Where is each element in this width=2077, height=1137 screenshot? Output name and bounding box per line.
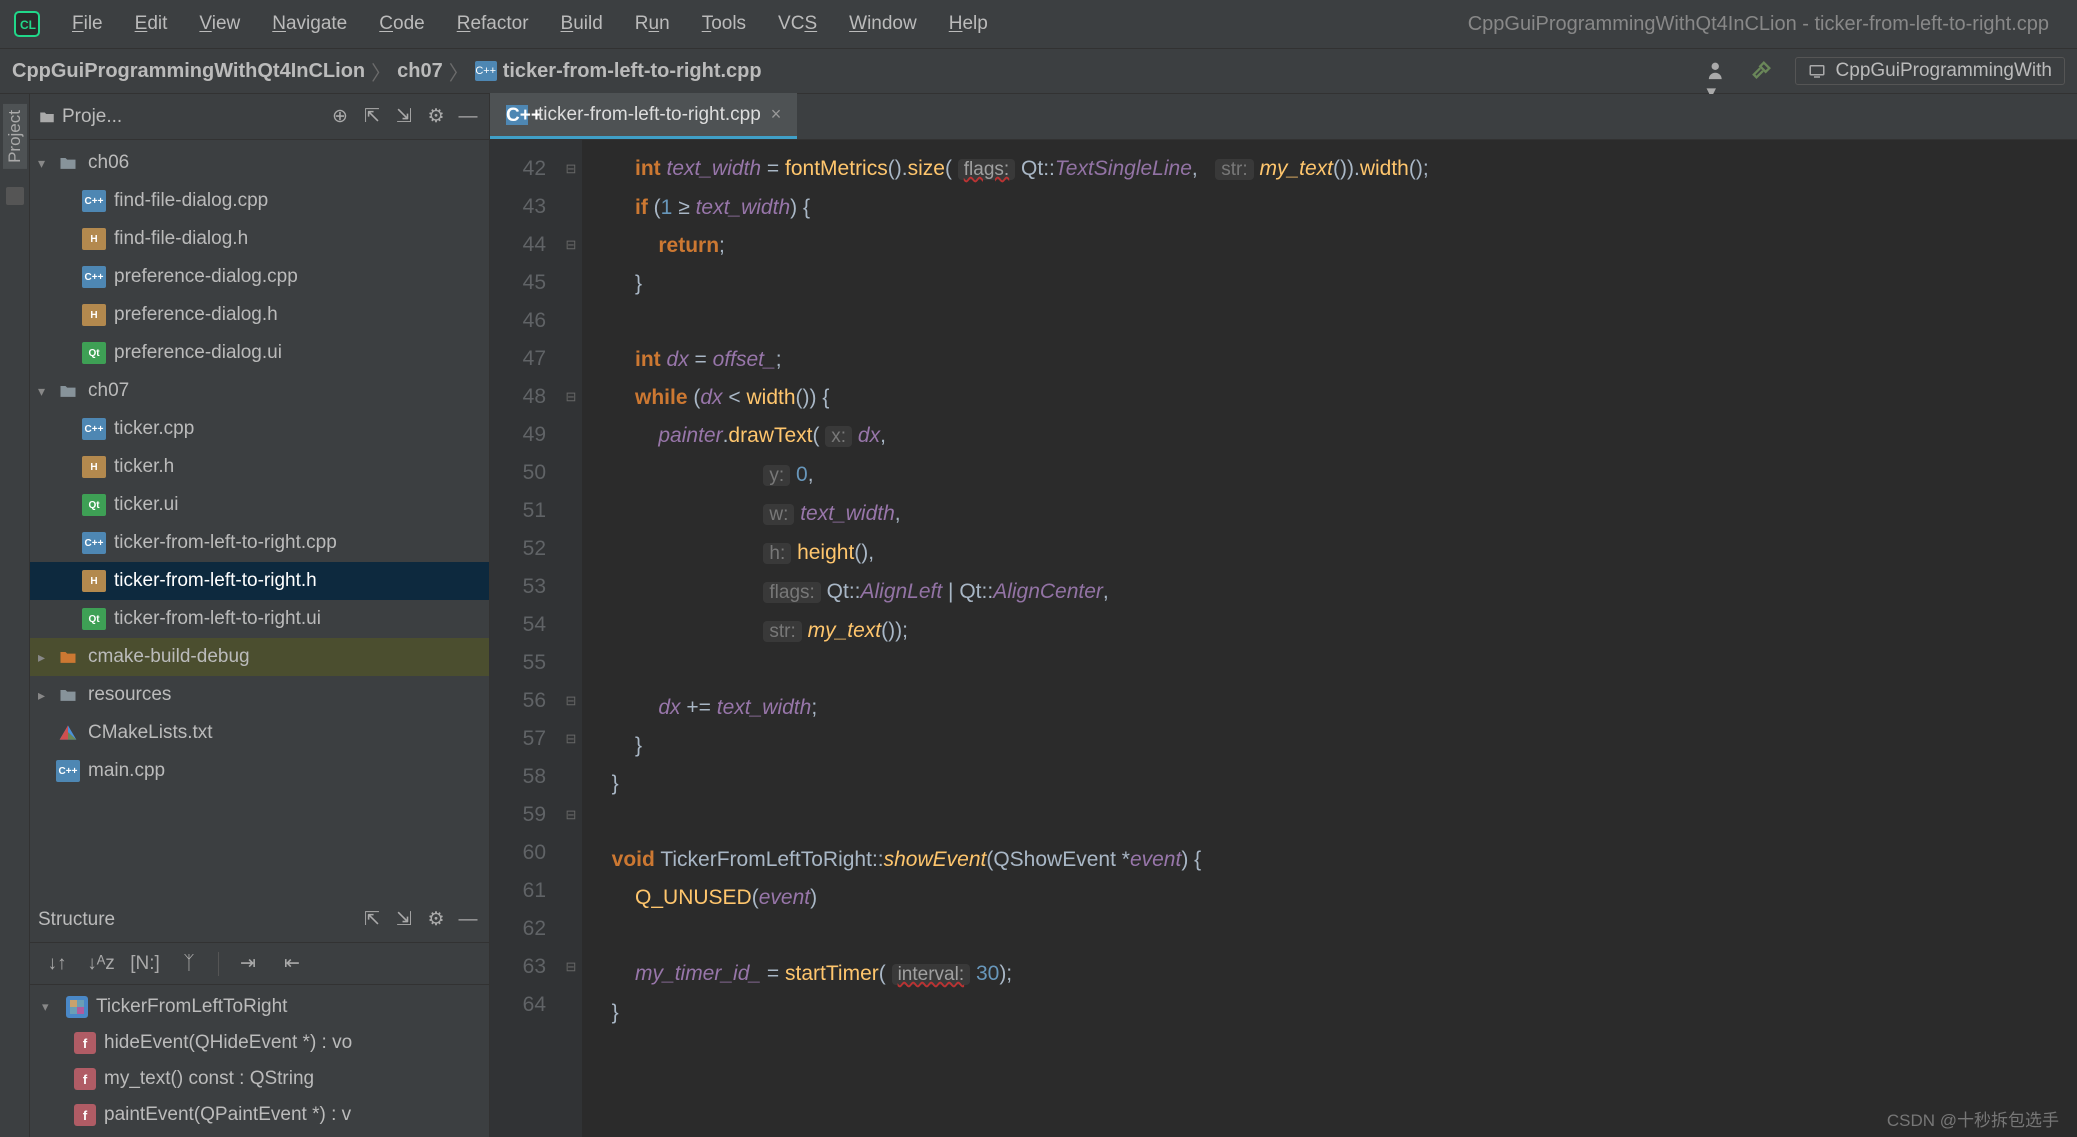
tree-row[interactable]: Hticker.h <box>30 448 489 486</box>
code-area[interactable]: int text_width = fontMetrics().size( fla… <box>582 140 2077 1137</box>
tree-row[interactable]: ▸cmake-build-debug <box>30 638 489 676</box>
filter-icon[interactable]: [N:] <box>130 949 160 979</box>
minimize-icon[interactable]: — <box>455 907 481 933</box>
tree-row[interactable]: C++ticker.cpp <box>30 410 489 448</box>
editor-tab-bar: C++ ticker-from-left-to-right.cpp × <box>490 94 2077 140</box>
structure-list: ▾TickerFromLeftToRightfhideEvent(QHideEv… <box>30 985 489 1137</box>
editor-tab[interactable]: C++ ticker-from-left-to-right.cpp × <box>490 93 797 139</box>
menu-code[interactable]: Code <box>365 9 438 39</box>
autoscroll-to-icon[interactable]: ⇥ <box>233 949 263 979</box>
tree-row[interactable]: ▸resources <box>30 676 489 714</box>
breadcrumb-file[interactable]: ticker-from-left-to-right.cpp <box>503 60 762 83</box>
tree-row[interactable]: C++preference-dialog.cpp <box>30 258 489 296</box>
gear-icon[interactable]: ⚙ <box>423 907 449 933</box>
breadcrumb-folder[interactable]: ch07 <box>397 60 443 83</box>
chevron-right-icon: 〉 <box>449 57 469 86</box>
structure-pane-title[interactable]: Structure <box>38 909 115 931</box>
tree-row[interactable]: ▾ch06 <box>30 144 489 182</box>
structure-item[interactable]: fhideEvent(QHideEvent *) : vo <box>30 1025 489 1061</box>
menu-run[interactable]: Run <box>621 9 684 39</box>
breadcrumb-project[interactable]: CppGuiProgrammingWithQt4InCLion <box>12 60 365 83</box>
editor-tab-label: ticker-from-left-to-right.cpp <box>538 104 761 126</box>
project-pane-header: Proje... ⊕ ⇱ ⇲ ⚙ — <box>30 94 489 140</box>
project-pane-title[interactable]: Proje... <box>62 106 122 128</box>
chevron-right-icon: 〉 <box>371 57 391 86</box>
autoscroll-from-icon[interactable]: ⇤ <box>277 949 307 979</box>
sort-icon[interactable]: ↓↑ <box>42 949 72 979</box>
gear-icon[interactable]: ⚙ <box>423 104 449 130</box>
structure-item[interactable]: ▾TickerFromLeftToRight <box>30 989 489 1025</box>
tree-row[interactable]: Hticker-from-left-to-right.h <box>30 562 489 600</box>
main-menu: File Edit View Navigate Code Refactor Bu… <box>58 9 1002 39</box>
code-editor[interactable]: 42 43 44 45 46 47 48 49 50 51 52 53 54 5… <box>490 140 2077 1137</box>
collapse-all-icon[interactable]: ⇲ <box>391 104 417 130</box>
tree-row[interactable]: C++main.cpp <box>30 752 489 790</box>
menu-file[interactable]: File <box>58 9 117 39</box>
menu-navigate[interactable]: Navigate <box>258 9 361 39</box>
tree-row[interactable]: CMakeLists.txt <box>30 714 489 752</box>
expand-all-icon[interactable]: ⇱ <box>359 104 385 130</box>
window-title: CppGuiProgrammingWithQt4InCLion - ticker… <box>1468 13 2049 36</box>
cpp-file-icon: C++ <box>475 61 497 81</box>
separator <box>218 952 219 976</box>
locate-icon[interactable]: ⊕ <box>327 104 353 130</box>
menu-window[interactable]: Window <box>835 9 931 39</box>
menu-help[interactable]: Help <box>935 9 1002 39</box>
structure-item[interactable]: fpaintEvent(QPaintEvent *) : v <box>30 1097 489 1133</box>
minimize-icon[interactable]: — <box>455 104 481 130</box>
menu-bar: CL File Edit View Navigate Code Refactor… <box>0 0 2077 48</box>
menu-build[interactable]: Build <box>547 9 617 39</box>
tree-row[interactable]: Hpreference-dialog.h <box>30 296 489 334</box>
expand-all-icon[interactable]: ⇱ <box>359 907 385 933</box>
tool-window-rail: Project <box>0 94 30 1137</box>
folder-icon <box>38 108 56 126</box>
menu-tools[interactable]: Tools <box>688 9 760 39</box>
cpp-file-icon: C++ <box>506 105 528 125</box>
tree-row[interactable]: Qtticker-from-left-to-right.ui <box>30 600 489 638</box>
menu-edit[interactable]: Edit <box>121 9 182 39</box>
run-config-selector[interactable]: CppGuiProgrammingWith <box>1795 57 2065 85</box>
menu-view[interactable]: View <box>185 9 254 39</box>
structure-pane-header: Structure ⇱ ⇲ ⚙ — <box>30 897 489 943</box>
rail-icon[interactable] <box>6 187 24 205</box>
fold-gutter: ⊟ ⊟ ⊟ ⊟ ⊟ ⊟ ⊟ <box>560 140 582 1137</box>
sort-alpha-icon[interactable]: ↓ᴬz <box>86 949 116 979</box>
close-icon[interactable]: × <box>771 104 782 125</box>
line-gutter: 42 43 44 45 46 47 48 49 50 51 52 53 54 5… <box>490 140 560 1137</box>
navigation-bar: CppGuiProgrammingWithQt4InCLion 〉 ch07 〉… <box>0 48 2077 94</box>
svg-text:CL: CL <box>20 18 36 32</box>
tree-row[interactable]: Hfind-file-dialog.h <box>30 220 489 258</box>
tree-row[interactable]: C++ticker-from-left-to-right.cpp <box>30 524 489 562</box>
watermark: CSDN @十秒拆包选手 <box>1887 1106 2059 1131</box>
tree-row[interactable]: Qtpreference-dialog.ui <box>30 334 489 372</box>
tree-icon[interactable]: ᛉ <box>174 949 204 979</box>
structure-item[interactable]: fmy_text() const : QString <box>30 1061 489 1097</box>
menu-refactor[interactable]: Refactor <box>443 9 543 39</box>
menu-vcs[interactable]: VCS <box>764 9 831 39</box>
collapse-all-icon[interactable]: ⇲ <box>391 907 417 933</box>
users-icon[interactable]: ▾ <box>1707 59 1731 83</box>
run-config-label: CppGuiProgrammingWith <box>1836 60 2052 82</box>
hammer-build-icon[interactable] <box>1751 59 1775 83</box>
structure-toolbar: ↓↑ ↓ᴬz [N:] ᛉ ⇥ ⇤ <box>30 943 489 985</box>
app-logo-icon: CL <box>12 9 42 39</box>
breadcrumb: CppGuiProgrammingWithQt4InCLion 〉 ch07 〉… <box>12 57 762 86</box>
tree-row[interactable]: ▾ch07 <box>30 372 489 410</box>
project-tree: ▾ch06C++find-file-dialog.cppHfind-file-d… <box>30 140 489 897</box>
rail-tab-project[interactable]: Project <box>3 104 27 169</box>
tree-row[interactable]: Qtticker.ui <box>30 486 489 524</box>
tree-row[interactable]: C++find-file-dialog.cpp <box>30 182 489 220</box>
